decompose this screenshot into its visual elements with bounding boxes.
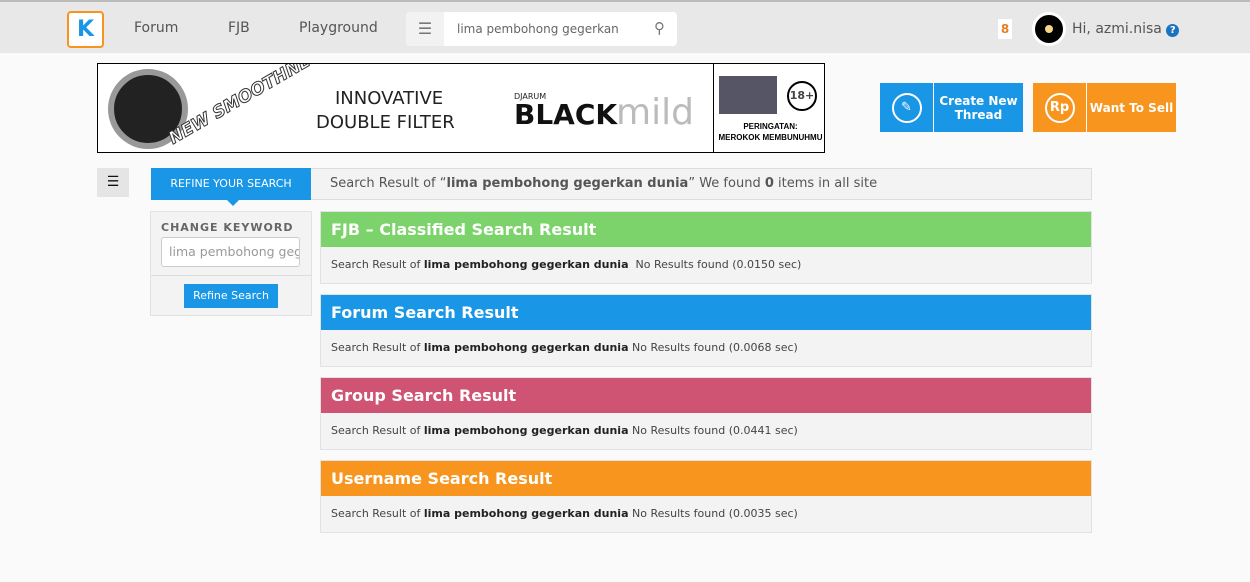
banner-tagline-2: DOUBLE FILTER (316, 112, 455, 133)
search-input[interactable]: lima pembohong gegerkan dunia (457, 22, 622, 36)
keyword-input[interactable]: lima pembohong gegerkan dunia (161, 237, 300, 267)
result-text: Search Result of lima pembohong gegerkan… (331, 258, 802, 271)
result-text: Search Result of lima pembohong gegerkan… (331, 341, 798, 354)
group-result-section: Group Search Result Search Result of lim… (320, 377, 1092, 450)
section-title: FJB – Classified Search Result (321, 212, 1091, 247)
pencil-icon: ✎ (880, 83, 934, 132)
refine-search-button[interactable]: Refine Search (184, 284, 278, 308)
forum-result-section: Forum Search Result Search Result of lim… (320, 294, 1092, 367)
banner-product-mild: mild (616, 92, 694, 133)
kaskus-logo[interactable]: K (67, 11, 104, 48)
sidebar-toggle-icon[interactable]: ☰ (97, 168, 129, 197)
warning-line-1: PERINGATAN: (743, 122, 798, 131)
refine-panel: CHANGE KEYWORD lima pembohong gegerkan d… (150, 211, 312, 316)
banner-product-black: BLACK (514, 98, 618, 131)
search-bar: ☰ lima pembohong gegerkan dunia ⚲ (406, 12, 677, 46)
advertisement-banner[interactable]: NEW SMOOTHNESS INNOVATIVE DOUBLE FILTER … (97, 63, 825, 153)
result-text: Search Result of lima pembohong gegerkan… (331, 507, 798, 520)
nav-fjb[interactable]: FJB (228, 20, 250, 36)
want-to-sell-label: Want To Sell (1089, 100, 1174, 115)
warning-line-2: MEROKOK MEMBUNUHMU (718, 133, 823, 142)
nav-playground[interactable]: Playground (299, 20, 378, 36)
want-to-sell-button[interactable]: Rp Want To Sell (1033, 83, 1176, 132)
user-greeting[interactable]: Hi, azmi.nisa (1072, 21, 1162, 37)
banner-slogan: NEW SMOOTHNESS (165, 63, 335, 149)
change-keyword-label: CHANGE KEYWORD (161, 221, 294, 234)
search-summary: Search Result of “lima pembohong gegerka… (311, 168, 1092, 200)
nav-forum[interactable]: Forum (134, 20, 178, 36)
divider (151, 275, 311, 276)
avatar[interactable] (1032, 12, 1066, 46)
age-badge: 18+ (787, 81, 817, 111)
section-title: Group Search Result (321, 378, 1091, 413)
section-title: Forum Search Result (321, 295, 1091, 330)
refine-search-tab[interactable]: REFINE YOUR SEARCH (151, 168, 311, 206)
banner-tagline-1: INNOVATIVE (335, 88, 444, 109)
top-navbar: K Forum FJB Playground ☰ lima pembohong … (0, 0, 1250, 53)
notification-badge[interactable]: 8 (998, 19, 1012, 39)
username-result-section: Username Search Result Search Result of … (320, 460, 1092, 533)
hamburger-menu-icon[interactable]: ☰ (406, 12, 444, 46)
result-text: Search Result of lima pembohong gegerkan… (331, 424, 798, 437)
fjb-result-section: FJB – Classified Search Result Search Re… (320, 211, 1092, 284)
section-title: Username Search Result (321, 461, 1091, 496)
search-icon[interactable]: ⚲ (654, 19, 665, 37)
create-thread-label: Create New Thread (939, 93, 1018, 122)
help-icon[interactable]: ? (1166, 24, 1180, 37)
rupiah-icon: Rp (1033, 83, 1087, 132)
create-new-thread-button[interactable]: ✎ Create New Thread (880, 83, 1023, 132)
warning-image (719, 76, 777, 114)
